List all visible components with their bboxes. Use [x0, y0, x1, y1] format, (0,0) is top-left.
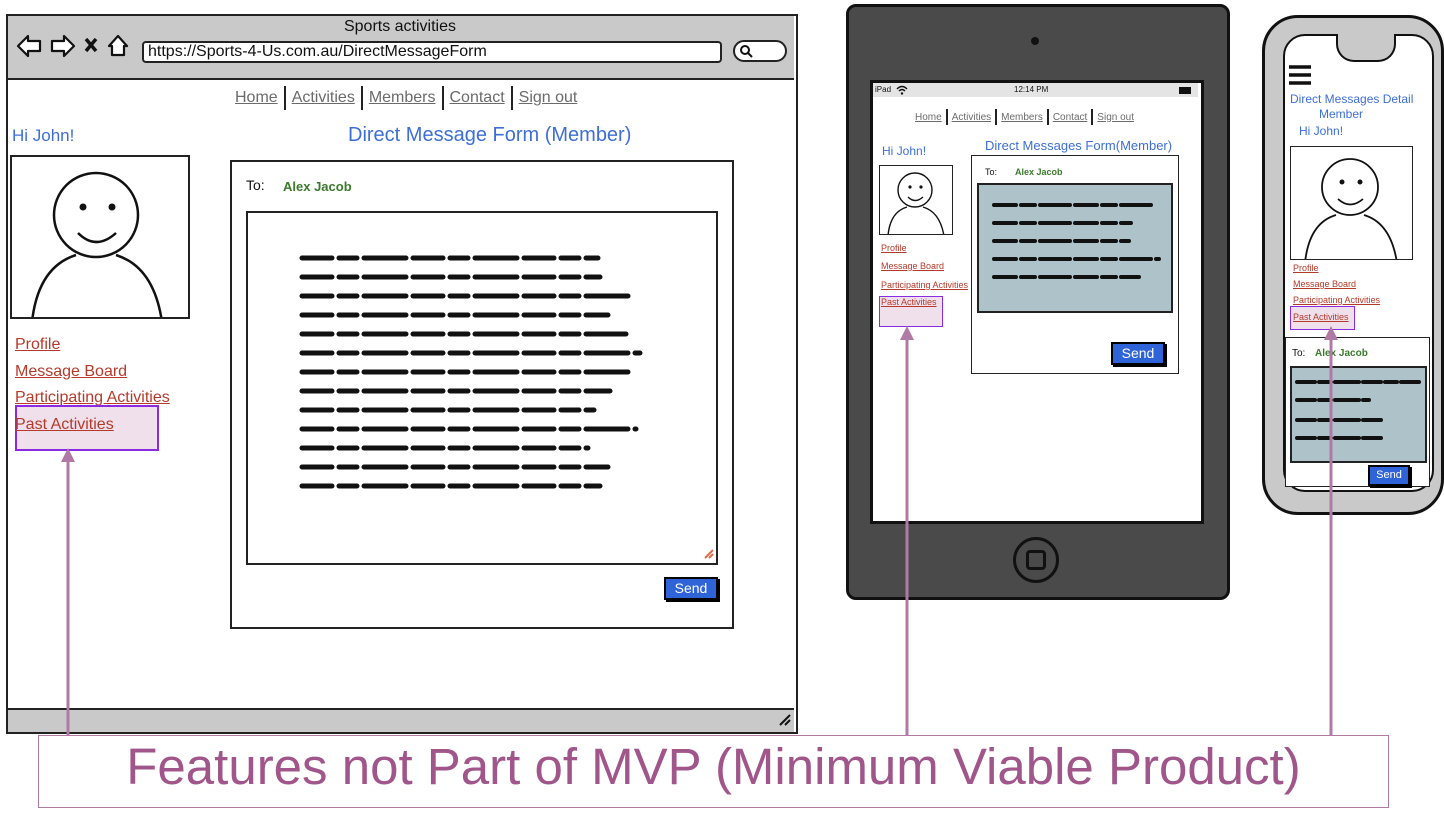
annotation-arrows	[61, 326, 1338, 735]
annotation-text: Features not Part of MVP (Minimum Viable…	[126, 738, 1301, 795]
